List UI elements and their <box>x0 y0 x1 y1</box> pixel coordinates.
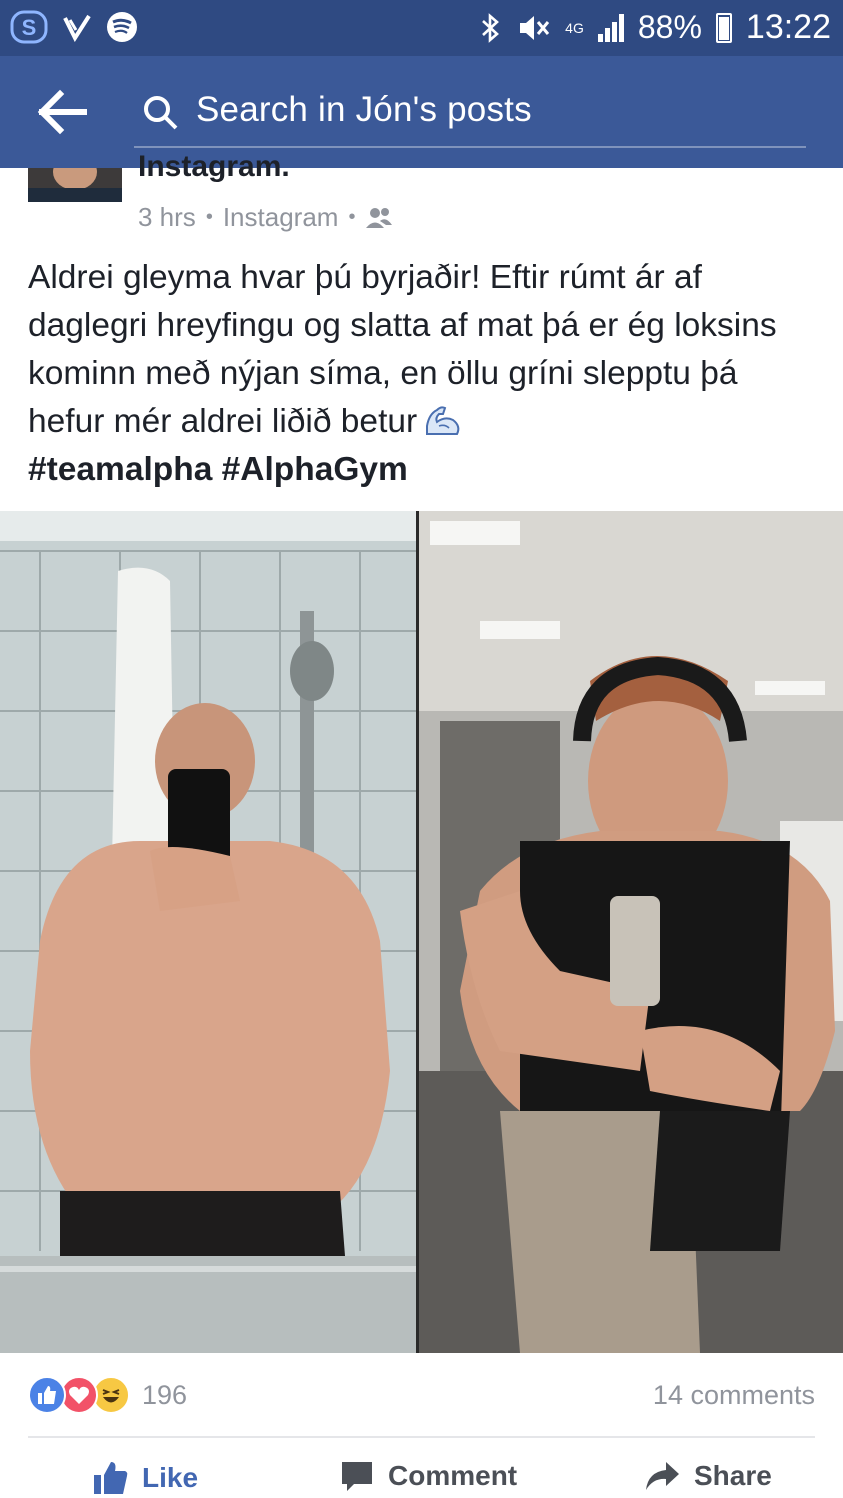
post-source-line: Instagram. <box>138 150 290 183</box>
spotify-icon <box>107 12 137 42</box>
share-label: Share <box>694 1460 772 1491</box>
bluetooth-icon <box>482 12 500 43</box>
mute-icon <box>520 15 550 40</box>
battery-icon <box>715 12 732 43</box>
top-nav: Search in Jón's posts <box>0 56 843 168</box>
swiftkey-icon: S <box>10 10 48 44</box>
divider <box>28 1436 815 1438</box>
back-button[interactable] <box>36 88 92 136</box>
battery-percent: 88% <box>637 9 702 45</box>
checkmark-app-icon <box>63 14 91 42</box>
post-time[interactable]: 3 hrs <box>138 202 196 233</box>
post-via[interactable]: Instagram <box>223 202 339 233</box>
post-meta: 3 hrs • Instagram • <box>138 202 393 233</box>
separator-dot: • <box>348 206 356 228</box>
comment-label: Comment <box>388 1460 518 1491</box>
search-input[interactable]: Search in Jón's posts <box>134 78 806 148</box>
like-button[interactable]: Like <box>92 1460 198 1496</box>
reactions-summary[interactable]: 196 <box>28 1376 187 1414</box>
avatar[interactable] <box>28 168 122 202</box>
search-placeholder: Search in Jón's posts <box>196 90 532 129</box>
comment-icon <box>342 1462 372 1491</box>
separator-dot: • <box>205 206 213 228</box>
like-label: Like <box>142 1462 199 1493</box>
back-arrow-icon <box>37 89 87 135</box>
system-status: 4G 88% 13:22 <box>479 8 831 47</box>
clock: 13:22 <box>745 8 831 46</box>
share-button[interactable]: Share <box>644 1460 772 1492</box>
like-reaction-icon <box>28 1376 66 1414</box>
svg-text:S: S <box>22 15 37 40</box>
notification-icons: S <box>10 10 138 44</box>
reaction-count: 196 <box>142 1379 188 1410</box>
comment-count[interactable]: 14 comments <box>653 1380 815 1411</box>
post-text: Aldrei gleyma hvar þú byrjaðir! Eftir rú… <box>28 259 777 440</box>
signal-icon <box>597 13 624 42</box>
post-actions: Like Comment Share <box>0 1460 843 1498</box>
post-hashtags[interactable]: #teamalpha #AlphaGym <box>28 451 408 488</box>
share-arrow-icon <box>646 1462 679 1490</box>
network-type: 4G <box>565 19 584 36</box>
search-icon <box>144 96 178 130</box>
comment-button[interactable]: Comment <box>340 1460 517 1492</box>
thumbs-up-icon <box>94 1462 128 1494</box>
post-photo[interactable] <box>0 511 843 1353</box>
flexed-biceps-icon <box>426 406 460 435</box>
status-bar: S 4G 88% 13:22 <box>0 0 843 56</box>
post-body: Aldrei gleyma hvar þú byrjaðir! Eftir rú… <box>28 254 818 494</box>
friends-audience-icon <box>366 207 393 228</box>
